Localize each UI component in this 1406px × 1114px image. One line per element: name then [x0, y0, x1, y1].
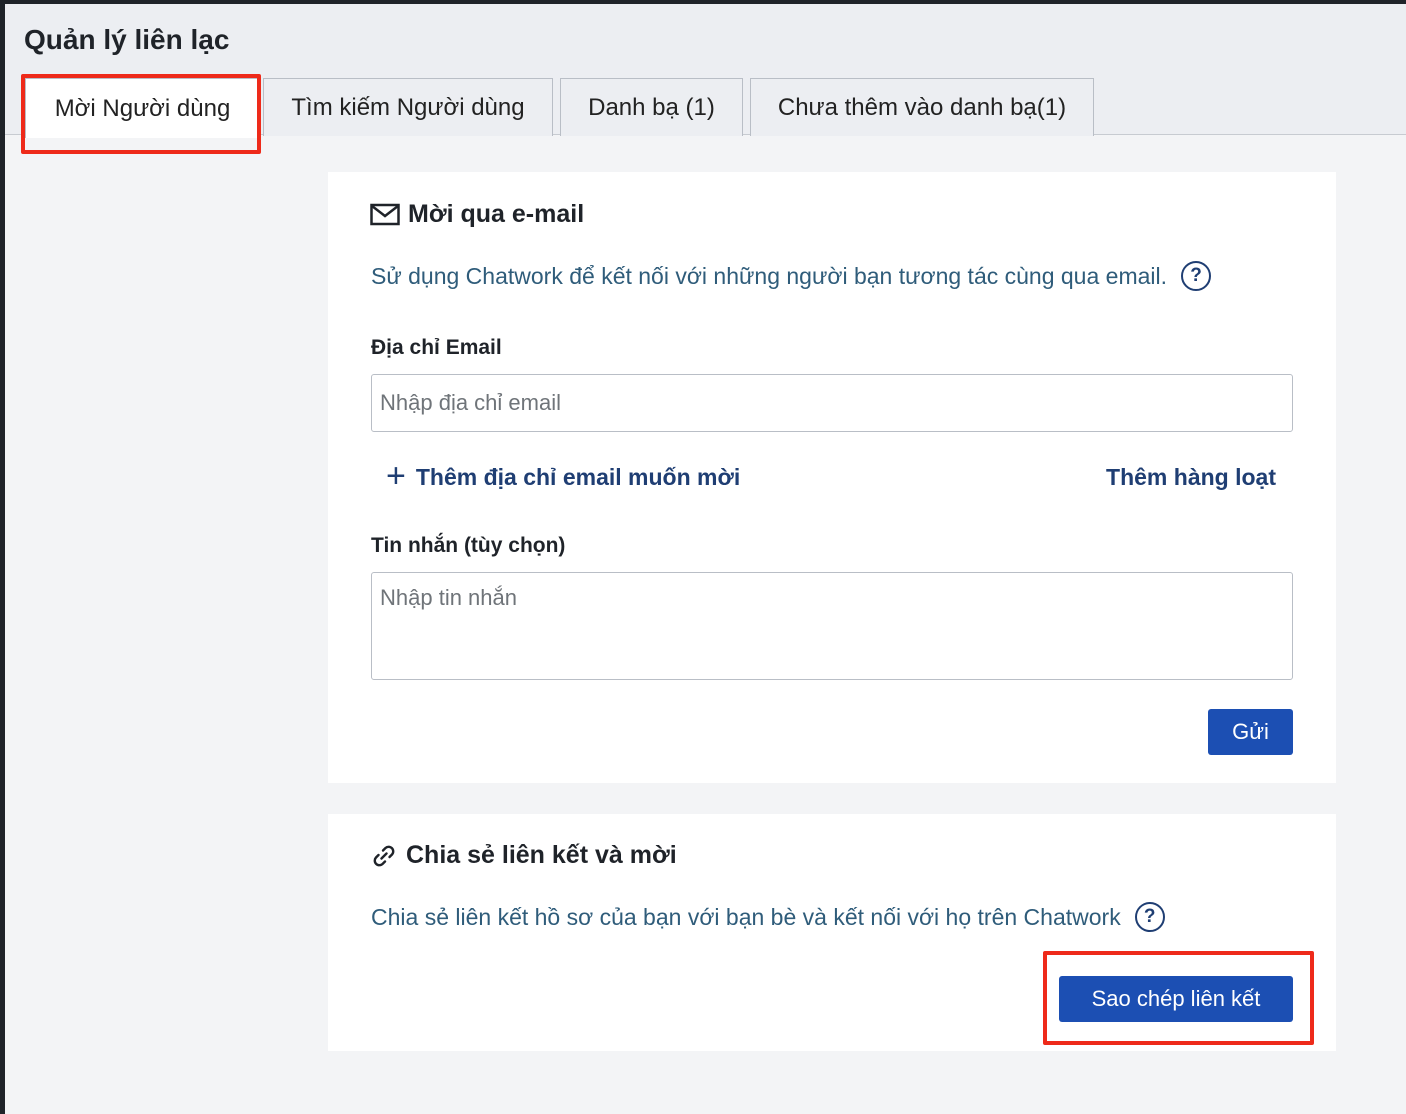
tab-not-in-contacts[interactable]: Chưa thêm vào danh bạ(1) [750, 78, 1094, 136]
bulk-add-link[interactable]: Thêm hàng loạt [1106, 464, 1276, 491]
bulk-add-link-label: Thêm hàng loạt [1106, 464, 1276, 490]
share-link-title: Chia sẻ liên kết và mời [370, 841, 677, 870]
tab-label: Mời Người dùng [54, 94, 231, 122]
add-email-link[interactable]: + Thêm địa chỉ email muốn mời [386, 457, 741, 495]
envelope-icon [370, 203, 400, 227]
tab-contacts[interactable]: Danh bạ (1) [560, 78, 743, 136]
share-link-card: Chia sẻ liên kết và mời Chia sẻ liên kết… [328, 814, 1336, 1051]
share-link-title-text: Chia sẻ liên kết và mời [406, 841, 677, 869]
share-link-description: Chia sẻ liên kết hồ sơ của bạn với bạn b… [371, 902, 1165, 932]
contact-management-dialog: Quản lý liên lạc Mời Người dùng Tìm kiếm… [5, 4, 1406, 1114]
tab-label: Danh bạ (1) [588, 93, 715, 121]
dialog-header: Quản lý liên lạc Mời Người dùng Tìm kiếm… [5, 4, 1406, 138]
email-field-label: Địa chỉ Email [371, 336, 502, 359]
message-field-label: Tin nhắn (tùy chọn) [371, 534, 566, 557]
message-field[interactable] [371, 572, 1293, 680]
add-email-link-label: Thêm địa chỉ email muốn mời [415, 464, 741, 490]
email-invite-card: Mời qua e-mail Sử dụng Chatwork để kết n… [328, 172, 1336, 783]
dialog-title: Quản lý liên lạc [24, 24, 230, 55]
email-field[interactable] [371, 374, 1293, 432]
email-invite-title-text: Mời qua e-mail [408, 200, 585, 228]
tab-label: Chưa thêm vào danh bạ(1) [777, 93, 1067, 121]
send-button-label: Gửi [1232, 719, 1269, 744]
email-invite-title: Mời qua e-mail [370, 200, 584, 229]
help-icon[interactable]: ? [1181, 261, 1212, 291]
help-icon[interactable]: ? [1134, 902, 1165, 932]
share-link-description-text: Chia sẻ liên kết hồ sơ của bạn với bạn b… [371, 903, 1121, 930]
plus-icon: + [386, 457, 406, 495]
copy-link-button[interactable]: Sao chép liên kết [1059, 976, 1293, 1022]
send-button[interactable]: Gửi [1208, 709, 1293, 755]
copy-link-button-label: Sao chép liên kết [1091, 986, 1261, 1011]
tab-search-users[interactable]: Tìm kiếm Người dùng [263, 78, 553, 136]
tab-invite-users[interactable]: Mời Người dùng [25, 78, 260, 138]
email-invite-description-text: Sử dụng Chatwork để kết nối với những ng… [371, 262, 1168, 289]
link-icon [370, 842, 398, 870]
tab-label: Tìm kiếm Người dùng [291, 93, 525, 121]
email-invite-description: Sử dụng Chatwork để kết nối với những ng… [371, 261, 1212, 291]
